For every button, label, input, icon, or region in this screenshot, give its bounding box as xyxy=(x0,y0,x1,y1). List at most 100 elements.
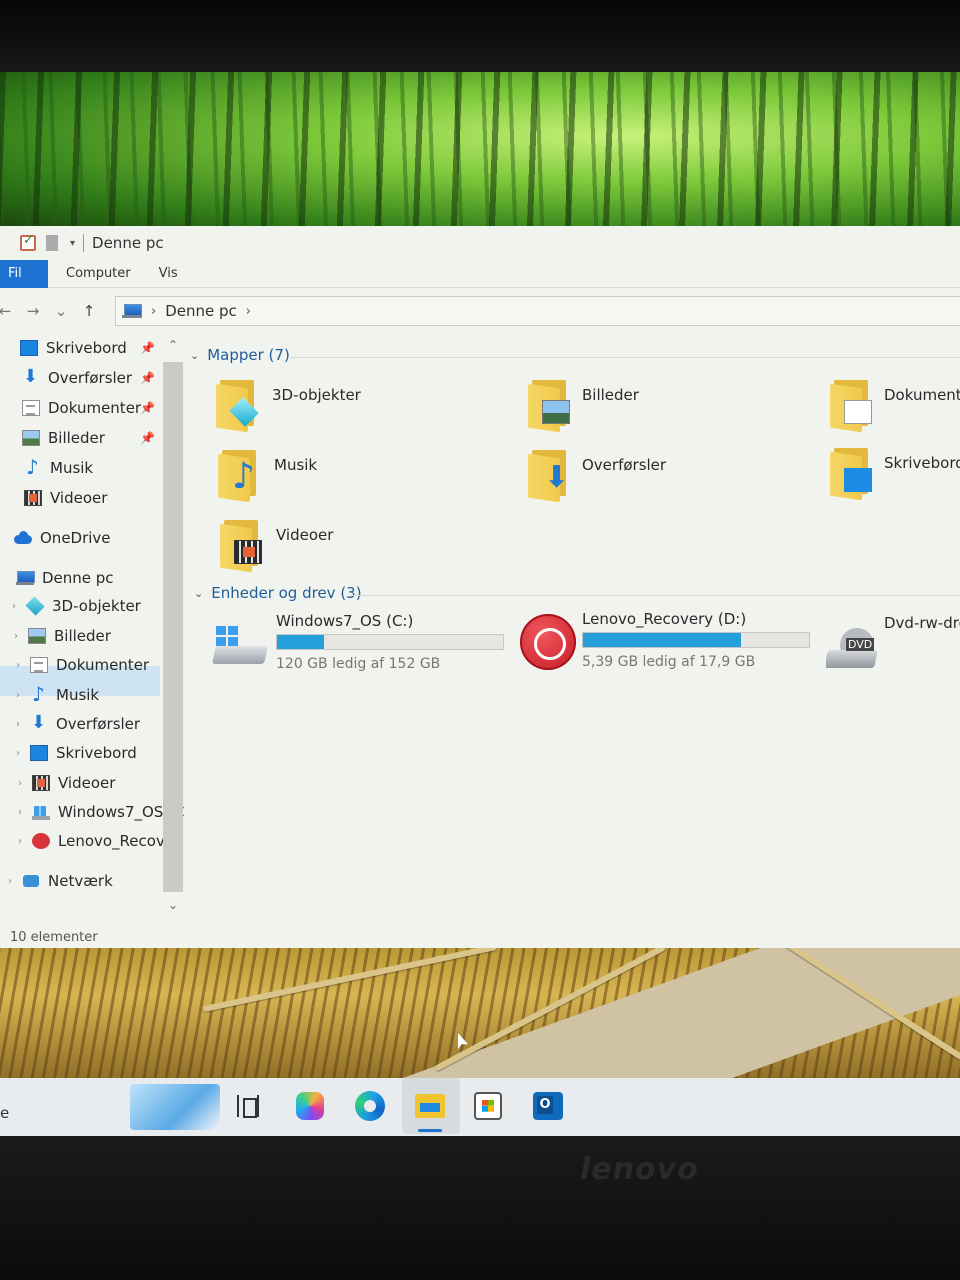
sidebar-item-3d-objekter[interactable]: › 3D-objekter xyxy=(12,592,141,620)
navigation-pane: Skrivebord 📌 Overførsler 📌 Dokumenter 📌 … xyxy=(0,332,188,922)
expand-chevron-icon[interactable]: › xyxy=(18,807,22,818)
monitor-bezel-bottom xyxy=(0,1136,960,1280)
scroll-up-icon[interactable]: ⌃ xyxy=(168,338,178,352)
sidebar-item-onedrive[interactable]: OneDrive xyxy=(14,524,111,552)
scroll-down-icon[interactable]: ⌄ xyxy=(168,898,178,912)
pin-icon: 📌 xyxy=(140,341,155,355)
title-separator xyxy=(83,234,85,252)
expand-chevron-icon[interactable]: › xyxy=(16,719,20,730)
drive-free-space: 5,39 GB ledig af 17,9 GB xyxy=(582,654,756,670)
collapse-chevron-icon[interactable]: ⌄ xyxy=(194,587,203,600)
expand-chevron-icon[interactable]: › xyxy=(18,778,22,789)
pictures-icon xyxy=(28,628,46,644)
sidebar-item-netvaerk[interactable]: › Netværk xyxy=(8,867,113,895)
folder-overforsler[interactable]: Overførsler xyxy=(528,442,828,508)
sidebar-item-denne-pc[interactable]: Denne pc xyxy=(16,564,114,592)
sidebar-item-label: Musik xyxy=(56,686,100,704)
sidebar-item-recovery-drive[interactable]: › Lenovo_Recover xyxy=(18,827,180,855)
3d-objects-icon xyxy=(25,596,45,616)
store-button[interactable] xyxy=(462,1082,514,1130)
copilot-button[interactable] xyxy=(284,1082,336,1130)
collapse-chevron-icon[interactable]: ⌄ xyxy=(190,349,199,362)
recent-locations-icon[interactable]: ⌄ xyxy=(50,302,72,320)
quick-access-dropdown-icon[interactable]: ▾ xyxy=(70,238,75,249)
sidebar-item-skrivebord[interactable]: Skrivebord 📌 xyxy=(20,334,155,362)
up-arrow-icon[interactable]: ↑ xyxy=(78,302,100,320)
folder-label: Videoer xyxy=(276,526,334,544)
sidebar-item-billeder-pc[interactable]: › Billeder xyxy=(14,622,111,650)
drive-label: Dvd-rw-drev xyxy=(884,614,960,632)
expand-chevron-icon[interactable]: › xyxy=(16,748,20,759)
expand-chevron-icon[interactable]: › xyxy=(8,876,12,887)
address-field[interactable]: › Denne pc › xyxy=(115,296,960,326)
sidebar-item-overforsler-pc[interactable]: › Overførsler xyxy=(16,710,140,738)
back-arrow-icon[interactable]: ← xyxy=(0,302,16,320)
pc-icon xyxy=(16,570,35,586)
devices-group-header[interactable]: ⌄ Enheder og drev (3) xyxy=(194,584,362,602)
onedrive-icon xyxy=(14,530,32,546)
edge-button[interactable] xyxy=(344,1082,396,1130)
window-title: Denne pc xyxy=(92,234,164,252)
drive-windows7-os[interactable]: Windows7_OS (C:) 120 GB ledig af 152 GB xyxy=(212,612,514,682)
folder-videoer[interactable]: Videoer xyxy=(220,512,520,578)
folder-skrivebord[interactable]: Skrivebord xyxy=(830,440,960,506)
sidebar-scrollbar[interactable]: ⌃ ⌄ xyxy=(160,332,186,922)
folder-dokumenter[interactable]: Dokumenter xyxy=(830,372,960,438)
active-indicator xyxy=(418,1129,442,1132)
search-highlight-art[interactable] xyxy=(130,1084,220,1130)
expand-chevron-icon[interactable]: › xyxy=(16,690,20,701)
sidebar-item-label: Denne pc xyxy=(42,569,114,587)
wallpaper-rail xyxy=(776,935,960,1061)
breadcrumb-item[interactable]: Denne pc xyxy=(165,302,237,320)
pin-icon: 📌 xyxy=(140,431,155,445)
sidebar-item-musik-pc[interactable]: › Musik xyxy=(16,681,100,709)
breadcrumb-separator-icon[interactable]: › xyxy=(151,304,156,319)
sidebar-item-label: Billeder xyxy=(48,429,105,447)
sidebar-item-musik[interactable]: Musik xyxy=(24,454,93,482)
wallpaper-rail xyxy=(202,943,498,1013)
folder-icon xyxy=(218,450,262,503)
expand-chevron-icon[interactable]: › xyxy=(18,836,22,847)
scroll-thumb[interactable] xyxy=(163,362,183,892)
sidebar-item-label: Skrivebord xyxy=(46,339,127,357)
dvd-badge: DVD xyxy=(846,638,875,651)
folder-icon xyxy=(830,448,874,501)
folders-group-header[interactable]: ⌄ Mapper (7) xyxy=(190,346,290,364)
properties-icon[interactable] xyxy=(20,233,36,251)
folder-3d-objekter[interactable]: 3D-objekter xyxy=(216,372,516,438)
sidebar-item-label: Videoer xyxy=(50,489,108,507)
forward-arrow-icon[interactable]: → xyxy=(22,302,44,320)
sidebar-item-skrivebord-pc[interactable]: › Skrivebord xyxy=(16,739,137,767)
breadcrumb-separator-icon[interactable]: › xyxy=(246,304,251,319)
expand-chevron-icon[interactable]: › xyxy=(12,601,16,612)
outlook-icon xyxy=(533,1092,563,1120)
search-box-text[interactable]: e xyxy=(0,1104,9,1122)
dvd-drive-icon: DVD xyxy=(826,628,878,672)
folder-billeder[interactable]: Billeder xyxy=(528,372,828,438)
file-explorer-icon xyxy=(415,1094,445,1118)
folder-icon xyxy=(528,450,572,503)
sidebar-item-dokumenter-pc[interactable]: › Dokumenter xyxy=(16,651,149,679)
folder-icon xyxy=(220,520,264,573)
drive-label: Windows7_OS (C:) xyxy=(276,612,414,630)
expand-chevron-icon[interactable]: › xyxy=(16,660,20,671)
drive-dvd-rw[interactable]: DVD Dvd-rw-drev xyxy=(826,614,960,684)
sidebar-item-dokumenter[interactable]: Dokumenter 📌 xyxy=(22,394,155,422)
sidebar-item-billeder[interactable]: Billeder 📌 xyxy=(22,424,155,452)
expand-chevron-icon[interactable]: › xyxy=(14,631,18,642)
sidebar-item-videoer[interactable]: Videoer xyxy=(24,484,107,512)
tab-computer[interactable]: Computer xyxy=(66,266,131,281)
sidebar-item-overforsler[interactable]: Overførsler 📌 xyxy=(22,364,155,392)
folder-musik[interactable]: Musik xyxy=(218,442,518,508)
task-view-button[interactable] xyxy=(222,1082,274,1130)
outlook-button[interactable] xyxy=(522,1082,574,1130)
new-folder-icon[interactable] xyxy=(46,235,58,251)
tab-fil[interactable]: Fil xyxy=(0,259,48,288)
drive-lenovo-recovery[interactable]: Lenovo_Recovery (D:) 5,39 GB ledig af 17… xyxy=(520,610,820,680)
folder-label: Skrivebord xyxy=(884,454,960,472)
sidebar-item-videoer-pc[interactable]: › Videoer xyxy=(18,769,115,797)
ribbon-tabs: Fil Computer Vis xyxy=(0,259,960,288)
file-explorer-button[interactable] xyxy=(404,1082,456,1130)
drive-free-space: 120 GB ledig af 152 GB xyxy=(276,656,441,672)
tab-vis[interactable]: Vis xyxy=(159,266,178,281)
